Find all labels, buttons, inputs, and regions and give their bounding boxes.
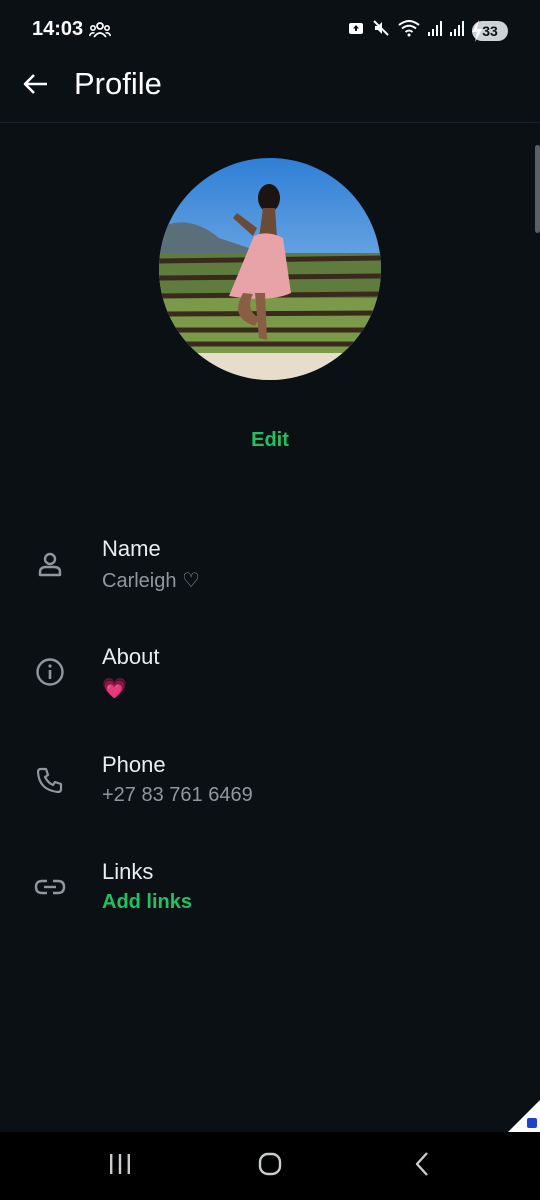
phone-label: Phone xyxy=(102,752,166,777)
home-button[interactable] xyxy=(252,1150,288,1182)
status-bar: 14:03 33 xyxy=(0,0,540,60)
about-label: About xyxy=(102,644,160,669)
mute-icon xyxy=(372,19,390,42)
signal-icon xyxy=(428,20,442,41)
phone-value: +27 83 761 6469 xyxy=(102,784,253,806)
scrollbar[interactable] xyxy=(535,145,540,233)
info-icon xyxy=(34,656,66,688)
upload-icon xyxy=(348,20,364,41)
recent-apps-icon xyxy=(107,1152,133,1181)
signal-icon xyxy=(450,20,464,41)
home-icon xyxy=(257,1151,283,1182)
arrow-left-icon xyxy=(23,73,49,100)
wifi-icon xyxy=(398,19,420,42)
recent-apps-button[interactable] xyxy=(102,1150,138,1182)
edit-photo-button[interactable]: Edit xyxy=(0,429,540,452)
page-title: Profile xyxy=(74,66,162,101)
phone-icon xyxy=(34,764,66,796)
add-links-button[interactable]: Add links xyxy=(102,891,192,914)
app-bar: Profile xyxy=(0,60,540,123)
links-label: Links xyxy=(102,859,154,884)
back-nav-icon xyxy=(412,1151,432,1182)
system-nav-bar xyxy=(0,1132,540,1200)
back-nav-button[interactable] xyxy=(404,1150,440,1182)
people-icon xyxy=(88,21,112,44)
name-value: Carleigh ♡ xyxy=(102,570,200,592)
battery-icon: 33 xyxy=(472,19,508,42)
status-time: 14:03 xyxy=(32,18,84,40)
link-icon xyxy=(34,871,66,903)
battery-level: 33 xyxy=(482,22,498,39)
person-icon xyxy=(34,548,66,580)
about-row[interactable]: About 💗 xyxy=(0,644,540,724)
back-button[interactable] xyxy=(20,70,52,102)
about-value: 💗 xyxy=(102,678,127,700)
badge-icon xyxy=(527,1118,537,1128)
phone-row[interactable]: Phone +27 83 761 6469 xyxy=(0,752,540,832)
name-label: Name xyxy=(102,536,161,561)
profile-photo[interactable] xyxy=(159,158,381,380)
links-row[interactable]: Links Add links xyxy=(0,859,540,939)
name-row[interactable]: Name Carleigh ♡ xyxy=(0,536,540,616)
